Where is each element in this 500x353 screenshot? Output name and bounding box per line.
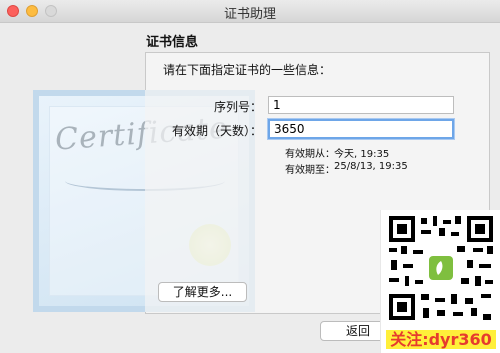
valid-from-value: 今天, 19:35 [334,149,390,160]
titlebar: 证书助理 [0,0,500,23]
form-prompt: 请在下面指定证书的一些信息： [163,63,332,77]
qr-watermark: 关注:dyr360 [380,210,500,353]
watermark-text: 关注:dyr360 [381,326,500,350]
qr-code-icon [387,214,495,322]
learn-more-button[interactable]: 了解更多... [158,282,247,302]
certificate-assistant-window: 证书助理 证书信息 Certificate 请在下面指定证书的一些信息： 序列号… [0,0,500,353]
section-title: 证书信息 [146,35,199,50]
window-title: 证书助理 [223,7,276,22]
valid-from-label: 有效期从： [285,149,335,160]
valid-to-label: 有效期至： [285,165,335,176]
valid-to-value: 25/8/13, 19:35 [334,161,408,172]
serial-number-input[interactable] [268,96,454,114]
watermark-text-label: 关注:dyr360 [386,330,496,349]
serial-number-label: 序列号： [213,100,262,114]
validity-days-label: 有效期（天数）： [171,124,262,138]
validity-days-input[interactable] [268,119,454,139]
